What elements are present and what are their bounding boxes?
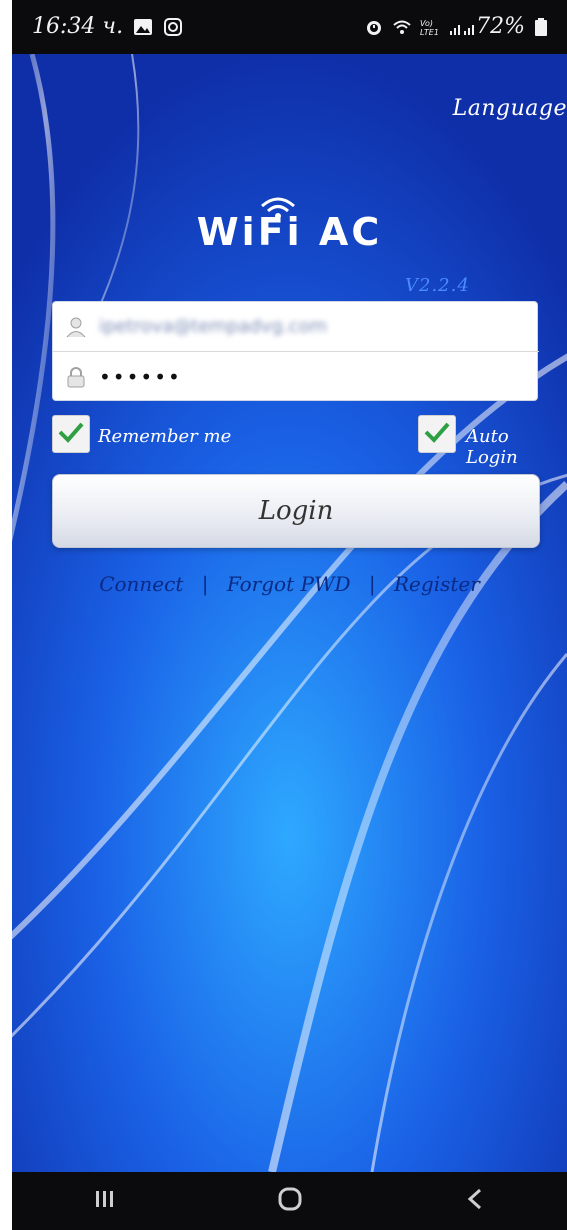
home-icon <box>276 1185 304 1217</box>
remember-me-checkbox[interactable] <box>52 415 90 453</box>
footer-links: Connect | Forgot PWD | Register <box>12 572 567 596</box>
svg-text:LTE1: LTE1 <box>420 28 439 37</box>
email-input[interactable] <box>97 315 521 338</box>
remember-me-label: Remember me <box>98 426 232 447</box>
connect-link[interactable]: Connect <box>99 572 183 596</box>
wifi-icon <box>392 17 412 37</box>
home-button[interactable] <box>260 1181 320 1221</box>
gallery-icon <box>133 17 153 37</box>
status-left: 16:34 ч. <box>32 14 183 39</box>
back-button[interactable] <box>445 1181 505 1221</box>
lock-icon <box>65 366 87 388</box>
language-button[interactable]: Language <box>453 96 567 121</box>
battery-percent: 72% <box>476 14 525 39</box>
battery-icon <box>533 17 553 37</box>
back-icon <box>464 1187 486 1215</box>
login-form <box>52 301 539 401</box>
checkmark-icon <box>423 420 451 448</box>
status-bar: 16:34 ч. Vo) LTE1 72% <box>12 0 567 54</box>
instagram-icon <box>163 17 183 37</box>
register-link[interactable]: Register <box>394 572 480 596</box>
forgot-password-link[interactable]: Forgot PWD <box>227 572 351 596</box>
signal-icon <box>448 17 475 37</box>
android-nav-bar <box>12 1172 567 1230</box>
status-time: 16:34 ч. <box>32 14 124 39</box>
volte-icon: Vo) LTE1 <box>420 17 440 37</box>
auto-login-label: Auto Login <box>466 426 518 468</box>
phone-screen: 16:34 ч. Vo) LTE1 72% Language WiFi AC V… <box>12 0 567 1230</box>
link-separator: | <box>201 572 209 596</box>
alarm-icon <box>364 17 384 37</box>
link-separator: | <box>368 572 376 596</box>
recent-apps-icon <box>93 1188 117 1214</box>
login-button[interactable]: Login <box>52 474 540 548</box>
auto-login-checkbox[interactable] <box>418 415 456 453</box>
app-title: WiFi AC <box>196 210 383 254</box>
app-version: V2.2.4 <box>405 275 470 296</box>
recent-apps-button[interactable] <box>75 1181 135 1221</box>
checkmark-icon <box>57 420 85 448</box>
email-field-row <box>53 302 539 352</box>
login-options: Remember me Auto Login <box>52 413 552 468</box>
svg-text:Vo): Vo) <box>420 19 433 28</box>
password-input[interactable] <box>97 363 521 390</box>
password-field-row <box>53 352 539 401</box>
status-right: Vo) LTE1 72% <box>364 14 553 39</box>
user-icon <box>65 316 87 338</box>
